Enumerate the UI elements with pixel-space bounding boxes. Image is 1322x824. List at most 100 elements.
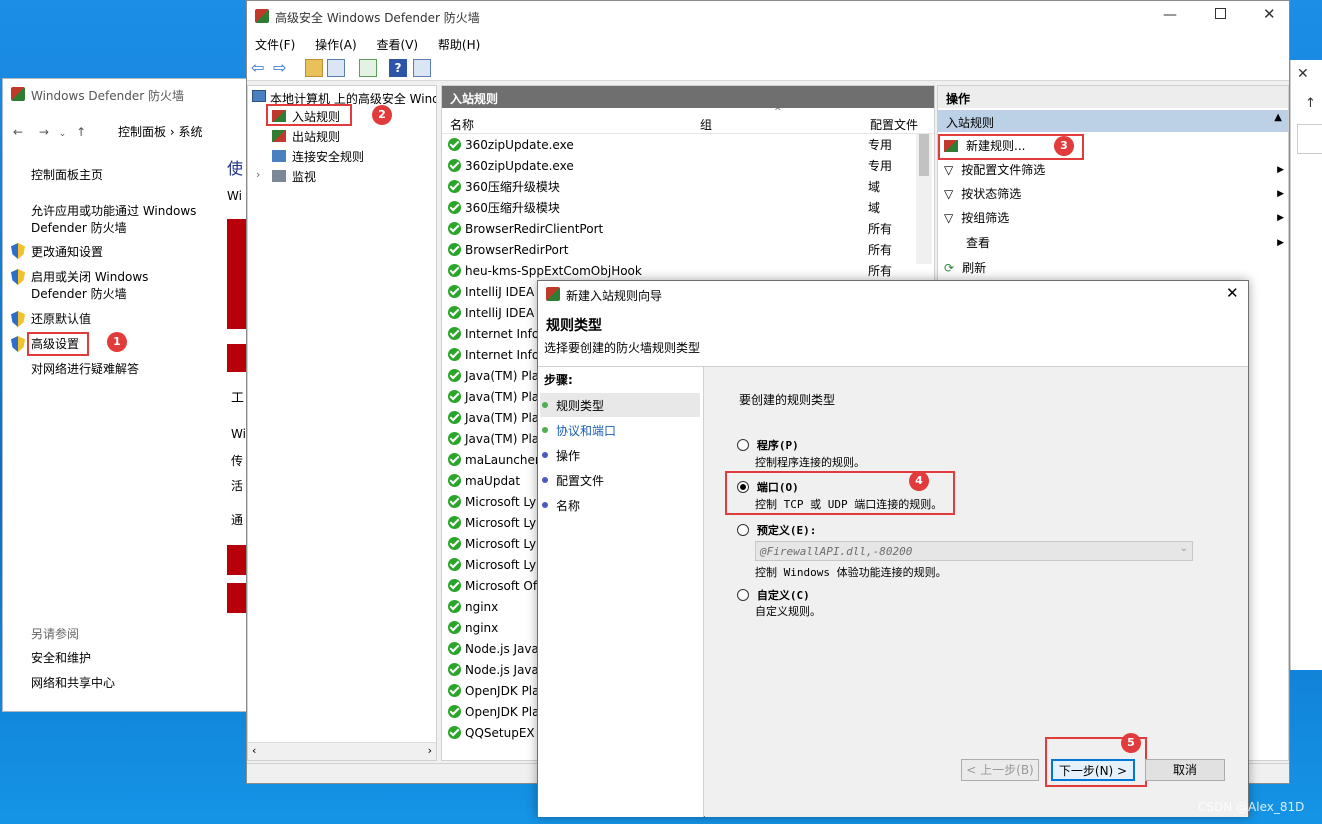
search-box-fragment[interactable] [1297,124,1322,154]
back-icon[interactable]: ⇦ [251,59,269,77]
back-arrow-icon[interactable]: ← [13,125,23,139]
column-name[interactable]: 名称 [450,116,474,133]
close-icon[interactable]: ✕ [1226,284,1239,302]
cancel-button[interactable]: 取消 [1145,759,1225,781]
forward-arrow-icon[interactable]: → [39,125,49,139]
rule-name: Internet Info [465,327,540,341]
table-row[interactable]: 360zipUpdate.exe 专用 [448,135,916,156]
actions-section-header[interactable]: 入站规则 ▲ [938,110,1288,132]
expand-chevron-icon[interactable]: › [256,168,260,181]
port-radio[interactable] [737,481,749,493]
table-row[interactable]: BrowserRedirPort 所有 [448,240,916,261]
collapse-icon[interactable]: ▲ [1274,112,1282,123]
step-item[interactable]: 名称 [542,497,580,514]
port-option[interactable]: 端口(O) [737,479,799,495]
help-icon[interactable]: ? [389,59,407,77]
custom-radio[interactable] [737,589,749,601]
up-arrow-icon[interactable]: ↑ [76,125,86,139]
step-badge: 5 [1121,733,1141,753]
address-bar[interactable]: ← → ⌄ ↑ 控制面板 › 系统 [3,115,261,145]
column-group[interactable]: 组 [700,116,712,133]
toggle-firewall-link[interactable]: 启用或关闭 Windows Defender 防火墙 [31,269,251,303]
tree-inbound-rules[interactable]: 入站规则 [292,108,340,125]
troubleshoot-link[interactable]: 对网络进行疑难解答 [31,361,139,378]
partial-text: 传 [231,454,244,468]
table-row[interactable]: BrowserRedirClientPort 所有 [448,219,916,240]
close-icon[interactable]: ✕ [1297,66,1309,82]
menu-help[interactable]: 帮助(H) [430,33,488,53]
step-item[interactable]: 协议和端口 [542,422,616,439]
network-center-link[interactable]: 网络和共享中心 [31,675,115,692]
column-profile[interactable]: 配置文件 [870,116,918,133]
enabled-check-icon [448,138,461,151]
custom-option[interactable]: 自定义(C) [737,587,810,603]
predefined-select[interactable]: @FirewallAPI.dll,-80200 ⌄ [755,541,1193,561]
close-icon[interactable]: ✕ [1263,5,1276,23]
program-option[interactable]: 程序(P) [737,437,799,453]
outbound-rules-icon [272,130,286,142]
step-badge: 1 [107,332,127,352]
rule-profile: 所有 [868,264,893,278]
background-window-right: ✕ ↑ [1290,60,1322,670]
table-row[interactable]: 360压缩升级模块 域 [448,177,916,198]
allow-app-link[interactable]: 允许应用或功能通过 Windows Defender 防火墙 [31,203,251,237]
table-row[interactable]: heu-kms-SppExtComObjHook 所有 [448,261,916,282]
next-button[interactable]: 下一步(N) > [1051,759,1135,781]
horizontal-scrollbar[interactable]: ‹ › [248,742,436,760]
show-hide-tree-icon[interactable] [327,59,345,77]
predefined-radio[interactable] [737,524,749,536]
rule-name: Java(TM) Pla [465,390,540,404]
step-item[interactable]: 规则类型 [542,397,604,414]
menu-action[interactable]: 操作(A) [307,33,365,53]
enabled-check-icon [448,327,461,340]
filter-by-profile-action[interactable]: ▽ 按配置文件筛选 ▶ [944,158,1284,182]
status-bar-red [227,219,247,329]
program-radio[interactable] [737,439,749,451]
advanced-settings-link[interactable]: 高级设置 [31,336,79,353]
step-dot-icon [542,477,548,483]
tree-outbound-rules[interactable]: 出站规则 [292,128,340,145]
rule-profile: 所有 [868,243,893,257]
chevron-down-icon[interactable]: ⌄ [1180,543,1188,554]
security-maintenance-link[interactable]: 安全和维护 [31,650,91,667]
export-icon[interactable] [359,59,377,77]
enabled-check-icon [448,432,461,445]
notification-settings-link[interactable]: 更改通知设置 [31,244,103,261]
actions-section-label: 入站规则 [946,116,995,130]
step-item[interactable]: 操作 [542,447,580,464]
breadcrumb[interactable]: 控制面板 › 系统 [96,125,202,139]
wizard-title: 新建入站规则向导 [566,289,663,303]
restore-defaults-link[interactable]: 还原默认值 [31,311,91,328]
table-row[interactable]: 360压缩升级模块 域 [448,198,916,219]
tree-connection-security[interactable]: 连接安全规则 [292,148,364,165]
tree-monitor[interactable]: 监视 [292,168,316,185]
forward-icon[interactable]: ⇨ [273,59,291,77]
filter-by-group-action[interactable]: ▽ 按组筛选 ▶ [944,206,1284,230]
maximize-icon[interactable] [1215,8,1226,19]
refresh-action[interactable]: ⟳ 刷新 [944,256,1284,280]
minimize-icon[interactable]: — [1163,7,1177,23]
view-action[interactable]: 查看 ▶ [944,231,1284,255]
properties-icon[interactable] [413,59,431,77]
scroll-right-icon[interactable]: › [428,744,432,757]
chevron-down-icon[interactable]: ⌄ [59,129,67,139]
step-dot-icon [542,502,548,508]
menu-file[interactable]: 文件(F) [247,33,303,53]
scroll-left-icon[interactable]: ‹ [252,744,256,757]
scroll-thumb[interactable] [919,134,929,176]
filter-by-state-action[interactable]: ▽ 按状态筛选 ▶ [944,182,1284,206]
partial-text: 活 [231,479,244,493]
folder-up-icon[interactable] [305,59,323,77]
step-item[interactable]: 配置文件 [542,472,604,489]
predefined-option[interactable]: 预定义(E): [737,522,816,538]
new-rule-icon [944,140,958,152]
enabled-check-icon [448,369,461,382]
menu-view[interactable]: 查看(V) [369,33,427,53]
enabled-check-icon [448,180,461,193]
connection-security-icon [272,150,286,162]
table-row[interactable]: 360zipUpdate.exe 专用 [448,156,916,177]
control-panel-home-link[interactable]: 控制面板主页 [31,167,103,184]
new-rule-action[interactable]: 新建规则... [944,134,1284,158]
back-button[interactable]: < 上一步(B) [961,759,1039,781]
vertical-scrollbar[interactable] [916,134,932,264]
